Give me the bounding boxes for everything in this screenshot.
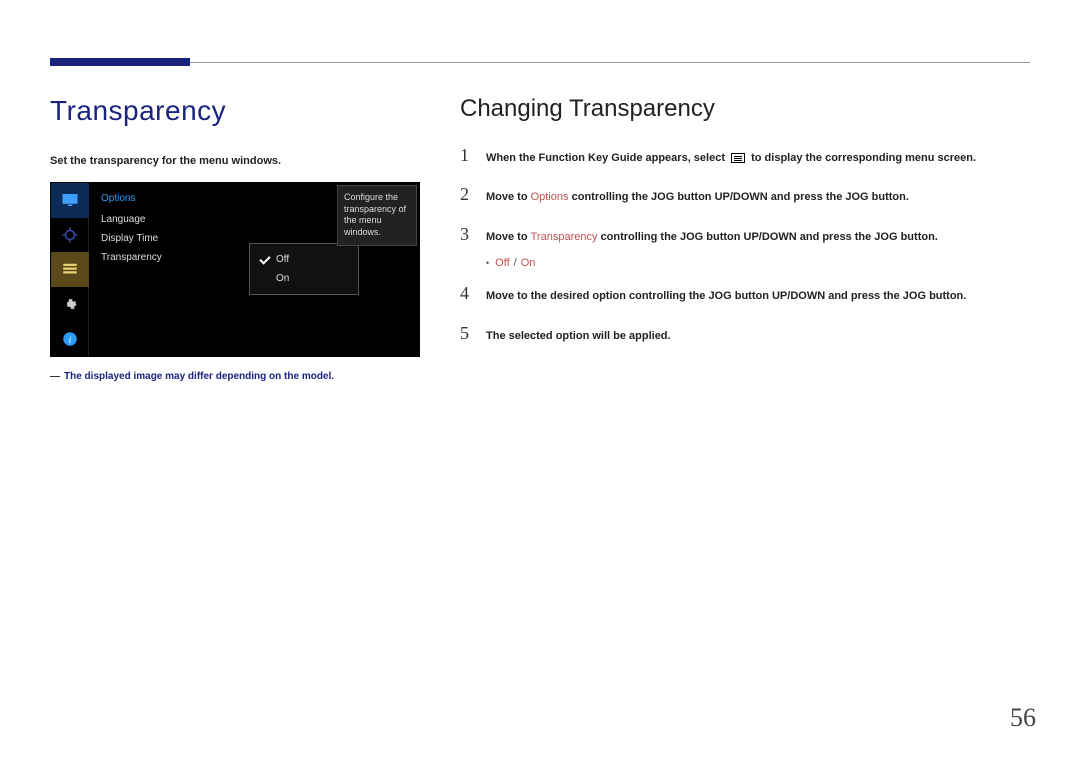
monitor-icon xyxy=(51,183,89,218)
dash-icon: ― xyxy=(50,371,60,382)
text: controlling the JOG button UP/DOWN and p… xyxy=(597,231,937,243)
option-on: On xyxy=(521,257,536,269)
osd-popup-option-on: On xyxy=(250,269,358,288)
step-2: 2 Move to Options controlling the JOG bu… xyxy=(460,184,1020,205)
osd-sidebar: i xyxy=(51,183,89,356)
osd-label: Display Time xyxy=(101,233,158,244)
step-number: 2 xyxy=(460,184,474,205)
highlight: Options xyxy=(531,191,569,203)
step-number: 1 xyxy=(460,145,474,166)
step-3: 3 Move to Transparency controlling the J… xyxy=(460,224,1020,245)
osd-main: Options Language English Display Time Tr… xyxy=(89,183,419,356)
gear-icon xyxy=(51,287,89,322)
step-number: 4 xyxy=(460,283,474,304)
bullet-icon: • xyxy=(486,258,489,268)
step-5: 5 The selected option will be applied. xyxy=(460,323,1020,344)
text: to display the corresponding menu screen… xyxy=(748,152,976,164)
text: Move to xyxy=(486,231,531,243)
menu-grid-icon xyxy=(731,153,745,163)
option-list: • Off / On xyxy=(486,257,1020,269)
osd-screenshot: i Options Language English Display Time … xyxy=(50,182,420,357)
header-divider xyxy=(50,62,1030,63)
header-accent xyxy=(50,58,190,66)
note-text: The displayed image may differ depending… xyxy=(64,371,334,382)
section-heading: Changing Transparency xyxy=(460,95,1020,123)
osd-label: Transparency xyxy=(101,252,162,263)
step-number: 5 xyxy=(460,323,474,344)
menu-icon xyxy=(51,252,89,287)
option-label: On xyxy=(276,273,289,284)
svg-text:i: i xyxy=(69,334,72,345)
step-text: The selected option will be applied. xyxy=(486,329,671,344)
step-text: Move to Transparency controlling the JOG… xyxy=(486,230,938,245)
highlight: Transparency xyxy=(531,231,598,243)
option-label: Off xyxy=(276,254,289,265)
osd-popup-option-off: Off xyxy=(250,250,358,269)
left-column: Transparency Set the transparency for th… xyxy=(50,95,440,382)
option-off: Off xyxy=(495,257,509,269)
text: When the Function Key Guide appears, sel… xyxy=(486,152,728,164)
info-icon: i xyxy=(51,321,89,356)
osd-popup: Off On xyxy=(249,243,359,295)
image-note: ― The displayed image may differ dependin… xyxy=(50,371,440,382)
osd-tooltip: Configure the transparency of the menu w… xyxy=(337,185,417,246)
page-title: Transparency xyxy=(50,95,440,127)
step-4: 4 Move to the desired option controlling… xyxy=(460,283,1020,304)
right-column: Changing Transparency 1 When the Functio… xyxy=(460,95,1020,362)
target-icon xyxy=(51,218,89,253)
osd-label: Language xyxy=(101,214,146,225)
step-text: Move to the desired option controlling t… xyxy=(486,289,966,304)
step-number: 3 xyxy=(460,224,474,245)
step-text: Move to Options controlling the JOG butt… xyxy=(486,190,909,205)
text: controlling the JOG button UP/DOWN and p… xyxy=(569,191,909,203)
check-icon xyxy=(259,253,270,264)
step-text: When the Function Key Guide appears, sel… xyxy=(486,151,976,166)
page-number: 56 xyxy=(1010,703,1036,733)
page-description: Set the transparency for the menu window… xyxy=(50,155,440,167)
text: Move to xyxy=(486,191,531,203)
slash: / xyxy=(514,257,517,269)
step-1: 1 When the Function Key Guide appears, s… xyxy=(460,145,1020,166)
